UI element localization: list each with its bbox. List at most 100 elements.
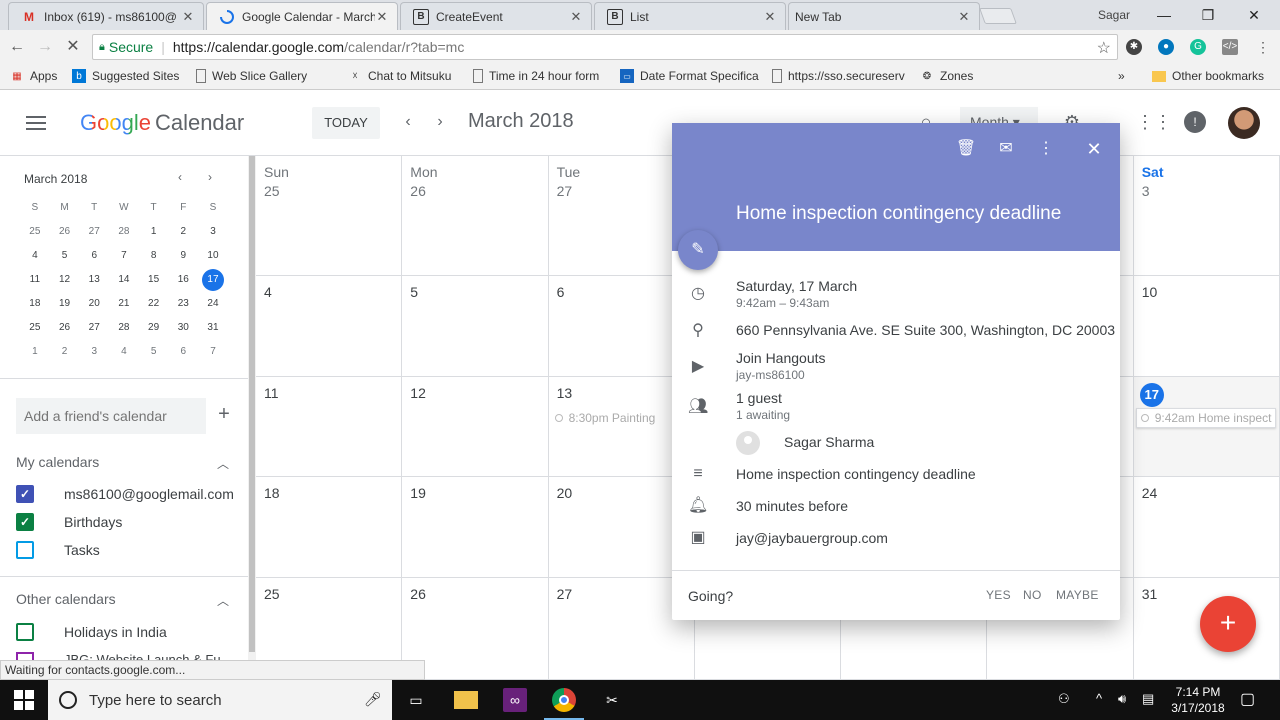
action-center-icon[interactable]: ▢ <box>1240 689 1255 709</box>
calendar-checkbox[interactable] <box>16 623 34 641</box>
visual-studio-icon[interactable]: ∞ <box>503 688 527 712</box>
day-cell[interactable]: 18 <box>256 477 403 578</box>
avatar[interactable] <box>1228 107 1260 139</box>
event-chip[interactable]: 9:42am Home inspect <box>1135 408 1277 428</box>
mini-calendar-day[interactable]: 4 <box>109 340 139 364</box>
close-icon[interactable]: ✕ <box>957 9 971 25</box>
minimize-icon[interactable]: — <box>1152 4 1176 26</box>
create-event-button[interactable]: + <box>1200 596 1256 652</box>
mini-calendar-day[interactable]: 5 <box>139 340 169 364</box>
taskbar-search-box[interactable]: Type here to search <box>48 680 392 720</box>
add-calendar-plus-icon[interactable]: + <box>214 404 234 424</box>
guest-name[interactable]: Sagar Sharma <box>784 434 874 450</box>
network-icon[interactable]: ▤ <box>1142 691 1154 707</box>
mini-calendar-day[interactable]: 29 <box>139 316 169 340</box>
close-icon[interactable]: ✕ <box>375 9 389 25</box>
mini-calendar-day[interactable]: 18 <box>20 292 50 316</box>
bookmark-suggested-sites[interactable]: b Suggested Sites <box>72 69 179 83</box>
mini-calendar-day[interactable]: 8 <box>139 244 169 268</box>
calendar-item[interactable]: Tasks <box>16 541 100 559</box>
tab-inbox[interactable]: M Inbox (619) - ms86100@ ✕ <box>8 2 204 30</box>
apps-grid-icon[interactable]: ⋮⋮ <box>1136 110 1172 134</box>
date-number[interactable]: 18 <box>264 485 280 501</box>
edit-pencil-icon[interactable]: ✎ <box>678 230 718 270</box>
rsvp-no-button[interactable]: NO <box>1023 588 1042 602</box>
mini-calendar-day[interactable]: 21 <box>109 292 139 316</box>
mini-calendar-day[interactable]: 7 <box>109 244 139 268</box>
new-tab-button[interactable] <box>979 8 1017 24</box>
collapse-chevron-icon[interactable]: ︿ <box>216 455 230 471</box>
delete-icon[interactable]: 🗑︎ <box>954 137 978 161</box>
bookmark-chat-to-mitsuku[interactable]: ☓ Chat to Mitsuku <box>348 69 451 83</box>
date-number[interactable]: 13 <box>557 385 573 401</box>
checked-checkbox[interactable]: ✓ <box>16 485 34 503</box>
restore-icon[interactable]: ❐ <box>1196 4 1220 26</box>
task-view-icon[interactable]: ▭ <box>404 688 428 712</box>
mini-calendar-day[interactable]: 28 <box>109 220 139 244</box>
scrollbar-thumb[interactable] <box>249 156 255 652</box>
close-window-icon[interactable]: ✕ <box>1242 4 1266 26</box>
tab-list[interactable]: B List ✕ <box>594 2 786 30</box>
main-menu-icon[interactable] <box>26 116 46 130</box>
today-button[interactable]: TODAY <box>312 107 380 139</box>
mini-calendar-day[interactable]: 25 <box>20 220 50 244</box>
mini-calendar-day[interactable]: 26 <box>50 316 80 340</box>
mini-calendar-day[interactable]: 20 <box>79 292 109 316</box>
date-number[interactable]: 12 <box>410 385 426 401</box>
mini-calendar-day[interactable]: 16 <box>168 268 198 292</box>
close-icon[interactable]: ✕ <box>1082 137 1106 161</box>
tab-createevent[interactable]: B CreateEvent ✕ <box>400 2 592 30</box>
mini-calendar-day[interactable]: 14 <box>109 268 139 292</box>
rsvp-yes-button[interactable]: YES <box>986 588 1011 602</box>
other-calendars-title[interactable]: Other calendars <box>16 591 116 607</box>
date-number[interactable]: 20 <box>557 485 573 501</box>
menu-dots-icon[interactable]: ⋮ <box>1252 36 1274 58</box>
mini-calendar-day[interactable]: 15 <box>139 268 169 292</box>
chevron-left-icon[interactable]: ‹ <box>178 170 182 184</box>
mini-calendar-day[interactable]: 9 <box>168 244 198 268</box>
mini-calendar-day[interactable]: 24 <box>198 292 228 316</box>
calendar-item[interactable]: ✓ Birthdays <box>16 513 122 531</box>
mini-calendar-day[interactable]: 5 <box>50 244 80 268</box>
collapse-chevron-icon[interactable]: ︿ <box>216 592 230 608</box>
chevron-right-icon[interactable]: › <box>428 110 452 134</box>
mini-calendar-day[interactable]: 22 <box>139 292 169 316</box>
date-number[interactable]: 10 <box>1142 284 1158 300</box>
mini-calendar-day[interactable]: 6 <box>79 244 109 268</box>
stop-loading-icon[interactable]: ✕ <box>62 36 84 58</box>
mini-calendar-day[interactable]: 10 <box>198 244 228 268</box>
my-calendars-title[interactable]: My calendars <box>16 454 99 470</box>
day-cell[interactable]: 4 <box>256 276 403 377</box>
day-cell[interactable]: Sun 25 <box>256 156 403 276</box>
calendar-item-holidays[interactable]: Holidays in India <box>16 623 167 641</box>
date-number[interactable]: 25 <box>264 183 280 199</box>
mini-calendar-day[interactable]: 2 <box>168 220 198 244</box>
day-cell[interactable]: 10 <box>1133 276 1280 377</box>
mini-calendar-day[interactable]: 13 <box>79 268 109 292</box>
day-cell[interactable]: 24 <box>1133 477 1280 578</box>
extension-code-icon[interactable]: </> <box>1222 39 1238 55</box>
day-cell[interactable]: Mon 26 <box>402 156 549 276</box>
date-number[interactable]: 19 <box>410 485 426 501</box>
bookmark-web-slice-gallery[interactable]: Web Slice Gallery <box>196 69 307 83</box>
other-bookmarks[interactable]: Other bookmarks <box>1152 69 1264 83</box>
mini-calendar-day[interactable]: 23 <box>168 292 198 316</box>
extension-gear-icon[interactable]: ✱ <box>1126 39 1142 55</box>
forward-icon[interactable]: → <box>34 36 56 58</box>
mini-calendar-day[interactable]: 4 <box>20 244 50 268</box>
day-cell[interactable]: Sat 3 <box>1133 156 1280 276</box>
add-friend-calendar-input[interactable] <box>16 398 206 434</box>
bookmark-star-icon[interactable]: ☆ <box>1097 38 1111 58</box>
mini-calendar-day[interactable]: 1 <box>139 220 169 244</box>
rsvp-maybe-button[interactable]: MAYBE <box>1056 588 1099 602</box>
close-icon[interactable]: ✕ <box>763 9 777 25</box>
date-number[interactable]: 24 <box>1142 485 1158 501</box>
people-icon[interactable]: ⚇ <box>1058 691 1070 707</box>
email-icon[interactable]: ✉ <box>994 137 1018 161</box>
mini-calendar-day[interactable]: 30 <box>168 316 198 340</box>
date-number[interactable]: 26 <box>410 183 426 199</box>
date-number[interactable]: 4 <box>264 284 272 300</box>
checked-checkbox[interactable]: ✓ <box>16 513 34 531</box>
mini-calendar-day[interactable]: 1 <box>20 340 50 364</box>
sidebar-scrollbar[interactable] <box>248 156 256 660</box>
